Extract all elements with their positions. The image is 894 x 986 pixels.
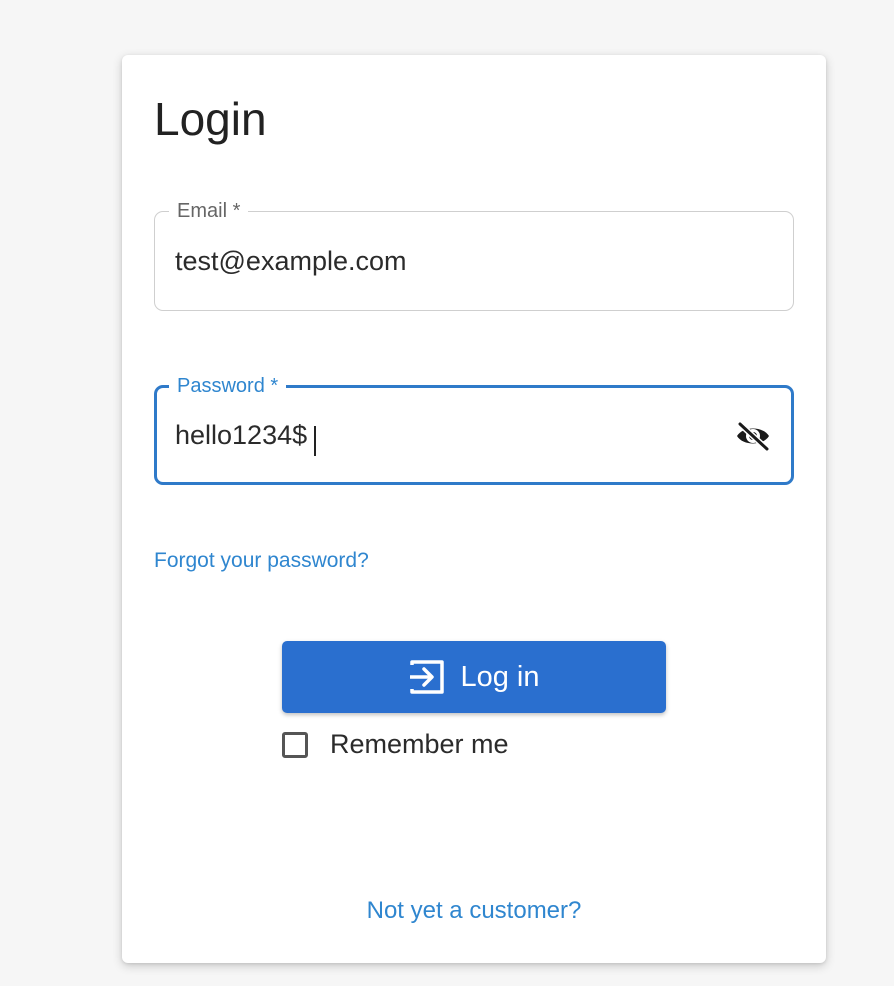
email-input[interactable] [175, 212, 695, 310]
password-input[interactable] [175, 388, 695, 482]
checkbox-box[interactable] [282, 731, 308, 758]
eye-off-icon[interactable] [735, 420, 771, 452]
login-icon [408, 658, 446, 696]
remember-me-label: Remember me [330, 729, 509, 759]
login-card: Login Email * Password * Forgot your pas… [122, 55, 826, 963]
forgot-password-link[interactable]: Forgot your password? [154, 549, 369, 573]
login-button[interactable]: Log in [282, 641, 666, 713]
password-field[interactable]: Password * [154, 373, 794, 485]
remember-me-checkbox[interactable]: Remember me [282, 729, 509, 760]
email-field[interactable]: Email * [154, 198, 794, 311]
signup-link[interactable]: Not yet a customer? [122, 897, 826, 925]
page-title: Login [154, 93, 267, 145]
text-cursor [314, 426, 316, 456]
login-button-label: Log in [460, 660, 540, 693]
